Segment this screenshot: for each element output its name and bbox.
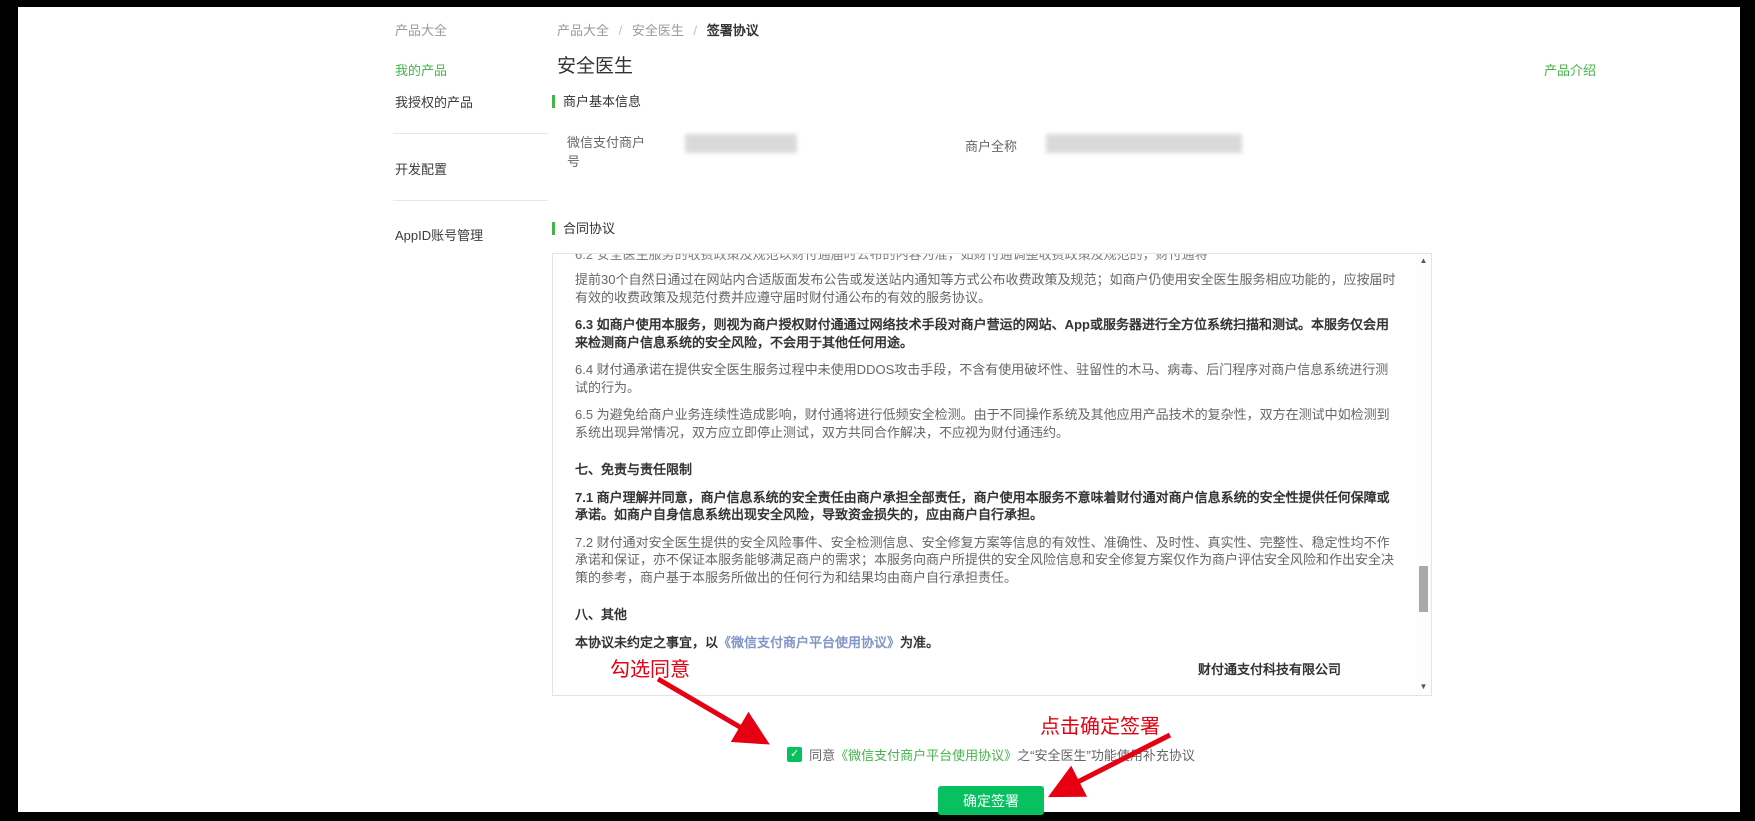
merchant-id-label: 微信支付商户号 xyxy=(567,135,646,169)
merchant-fullname-label: 商户全称 xyxy=(965,139,1018,154)
scrollbar-down-icon[interactable]: ▼ xyxy=(1416,680,1431,694)
sidebar-divider xyxy=(393,200,548,201)
section-accent-bar xyxy=(552,222,555,235)
agree-prefix: 同意 xyxy=(809,748,836,763)
merchant-platform-page: 产品大全 我的产品 我授权的产品 开发配置 AppID账号管理 产品大全 / 安… xyxy=(18,7,1740,815)
contract-heading-liability: 七、免责与责任限制 xyxy=(575,462,693,477)
sidebar-item-my-products[interactable]: 我的产品 xyxy=(395,60,447,79)
contract-closing-line: 本协议未约定之事宜，以《微信支付商户平台使用协议》为准。 xyxy=(575,634,1399,652)
sidebar-divider xyxy=(393,133,548,134)
breadcrumb-separator: / xyxy=(618,23,623,38)
product-intro-link[interactable]: 产品介绍 xyxy=(1544,60,1596,79)
section-title: 合同协议 xyxy=(563,221,616,236)
confirm-sign-button[interactable]: 确定签署 xyxy=(938,786,1044,815)
check-icon: ✓ xyxy=(790,748,800,760)
agree-text: 同意《微信支付商户平台使用协议》之“安全医生”功能使用补充协议 xyxy=(809,745,1195,764)
contract-paragraph: 7.2 财付通对安全医生提供的安全风险事件、安全检测信息、安全修复方案等信息的有… xyxy=(575,534,1395,585)
scrollbar-up-icon[interactable]: ▲ xyxy=(1416,254,1431,268)
section-contract-agreement: 合同协议 xyxy=(552,218,615,237)
breadcrumb-sign-agreement: 签署协议 xyxy=(706,23,759,38)
contract-paragraph: 6.5 为避免给商户业务连续性造成影响，财付通将进行低频安全检测。由于不同操作系… xyxy=(575,407,1390,440)
closing-prefix: 本协议未约定之事宜，以 xyxy=(575,634,719,650)
section-accent-bar xyxy=(552,95,555,108)
agree-checkbox-row: ✓ 同意《微信支付商户平台使用协议》之“安全医生”功能使用补充协议 xyxy=(552,745,1430,764)
contract-paragraph: 6.4 财付通承诺在提供安全医生服务过程中未使用DDOS攻击手段，不含有使用破坏… xyxy=(575,362,1389,395)
contract-heading-others: 八、其他 xyxy=(575,607,628,622)
agree-checkbox[interactable]: ✓ xyxy=(787,747,803,762)
contract-paragraph: 提前30个自然日通过在网站内合适版面发布公告或发送站内通知等方式公布收费政策及规… xyxy=(575,272,1396,305)
closing-suffix: 为准。 xyxy=(900,634,940,650)
annotation-check-agree: 勾选同意 xyxy=(610,659,690,681)
submit-button-row: 确定签署 xyxy=(552,786,1430,815)
sidebar-item-appid-management[interactable]: AppID账号管理 xyxy=(395,225,483,244)
merchant-fullname-value-redacted xyxy=(1046,134,1242,153)
sidebar-item-authorized-products[interactable]: 我授权的产品 xyxy=(395,92,473,111)
annotation-click-sign: 点击确定签署 xyxy=(1040,716,1160,738)
arrow-to-sign-button-icon xyxy=(1047,732,1172,798)
breadcrumb-security-doctor[interactable]: 安全医生 xyxy=(632,23,684,38)
section-merchant-basic-info: 商户基本信息 xyxy=(552,91,641,110)
merchant-id-value-redacted xyxy=(685,134,797,153)
scrollbar-thumb[interactable] xyxy=(1419,566,1428,612)
platform-agreement-link[interactable]: 《微信支付商户平台使用协议》 xyxy=(718,635,900,650)
sidebar-item-dev-config[interactable]: 开发配置 xyxy=(395,159,447,178)
section-title: 商户基本信息 xyxy=(563,94,642,109)
breadcrumb-product-catalog[interactable]: 产品大全 xyxy=(557,23,609,38)
contract-paragraph: 6.3 如商户使用本服务，则视为商户授权财付通通过网络技术手段对商户营运的网站、… xyxy=(575,317,1389,350)
agree-suffix: 之“安全医生”功能使用补充协议 xyxy=(1017,748,1195,763)
agreement-clipped-line: 6.2 安全医生服务的收费政策及规范以财付通届时公布的内容为准，如财付通调整收费… xyxy=(575,254,1208,262)
agreement-scroll-area[interactable]: 6.2 安全医生服务的收费政策及规范以财付通届时公布的内容为准，如财付通调整收费… xyxy=(552,253,1432,696)
browser-screenshot-frame: 产品大全 我的产品 我授权的产品 开发配置 AppID账号管理 产品大全 / 安… xyxy=(0,0,1755,821)
contract-signature-company: 财付通支付科技有限公司 xyxy=(1197,662,1341,677)
breadcrumb-separator: / xyxy=(693,23,698,38)
page-title: 安全医生 xyxy=(557,56,634,77)
agreement-scrollbar[interactable]: ▲ ▼ xyxy=(1416,254,1431,695)
breadcrumb: 产品大全 / 安全医生 / 签署协议 xyxy=(557,20,759,39)
agreement-text: 6.2 安全医生服务的收费政策及规范以财付通届时公布的内容为准，如财付通调整收费… xyxy=(553,254,1431,679)
platform-agreement-link[interactable]: 《微信支付商户平台使用协议》 xyxy=(835,748,1017,763)
sidebar-item-product-catalog[interactable]: 产品大全 xyxy=(395,20,447,39)
contract-paragraph: 7.1 商户理解并同意，商户信息系统的安全责任由商户承担全部责任，商户使用本服务… xyxy=(575,489,1390,523)
